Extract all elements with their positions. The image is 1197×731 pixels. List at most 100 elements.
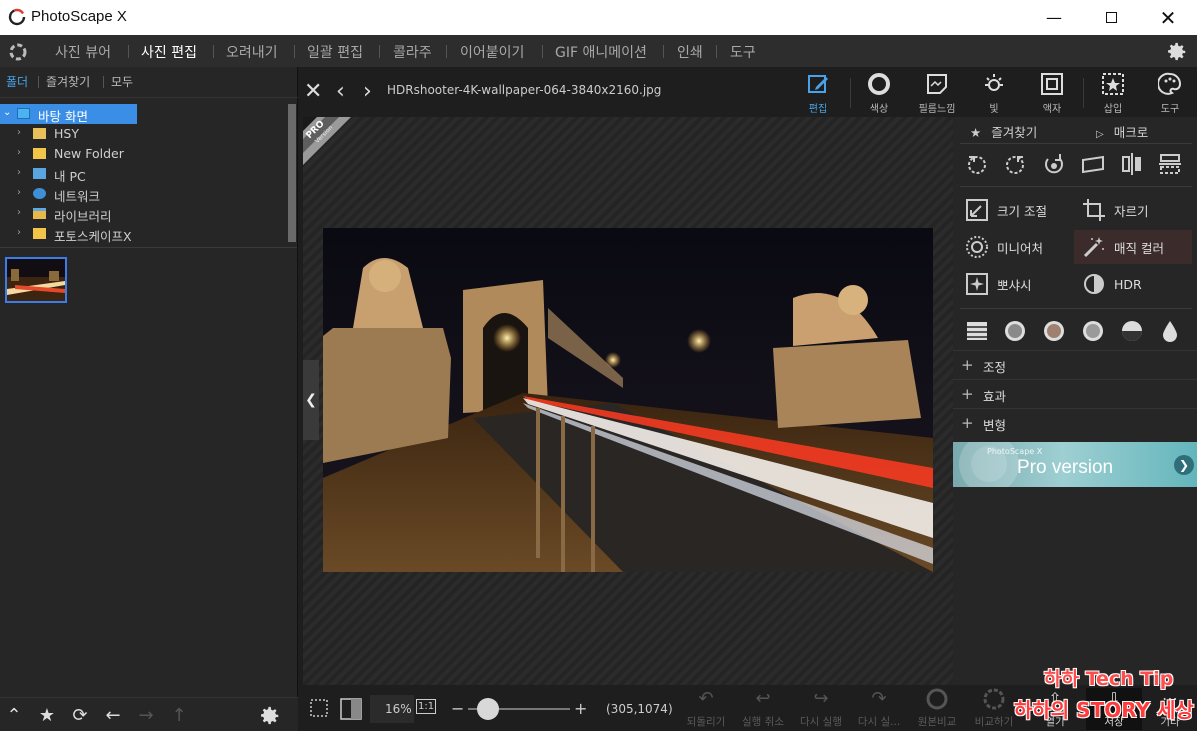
actual-size-button[interactable]: 1:1 bbox=[416, 699, 437, 714]
settings-gear-icon[interactable] bbox=[259, 705, 281, 727]
magic-wand-icon bbox=[1083, 237, 1104, 258]
resize-button[interactable]: 크기 조절 bbox=[957, 193, 1072, 227]
edited-photo[interactable] bbox=[323, 228, 933, 572]
photo-thumbnail[interactable] bbox=[5, 257, 67, 303]
macro-tab[interactable]: ▷ 매크로 bbox=[1096, 122, 1148, 141]
tree-item-my-pc[interactable]: › 내 PC bbox=[0, 164, 290, 184]
redo-button[interactable]: ↪ 다시 실행 bbox=[793, 688, 849, 729]
tree-item-new-folder[interactable]: › New Folder bbox=[0, 144, 290, 164]
gear-icon[interactable] bbox=[1166, 41, 1188, 63]
redo-icon: ↪ bbox=[813, 688, 829, 709]
pc-icon bbox=[33, 168, 46, 179]
redo-all-button[interactable]: ↷ 다시 실... bbox=[851, 688, 907, 729]
rotate-left-icon[interactable] bbox=[965, 152, 989, 176]
collapse-up-icon[interactable]: ⌃ bbox=[2, 703, 26, 727]
zoom-level[interactable]: 16% bbox=[385, 702, 412, 716]
chevron-right-icon[interactable]: › bbox=[17, 167, 21, 178]
chevron-right-icon[interactable]: ❯ bbox=[1174, 455, 1194, 475]
magic-color-button[interactable]: 매직 컬러 bbox=[1074, 230, 1192, 264]
menu-tools[interactable]: 도구 bbox=[730, 42, 756, 62]
previous-image-icon[interactable]: ‹ bbox=[336, 79, 345, 104]
original-compare-button[interactable]: 원본비교 bbox=[909, 688, 965, 729]
miniature-button[interactable]: 미니어처 bbox=[957, 230, 1072, 264]
back-arrow-icon[interactable]: ← bbox=[101, 703, 125, 727]
collapse-panel-button[interactable]: ❮ bbox=[303, 360, 319, 440]
zoom-out-icon[interactable]: − bbox=[451, 699, 464, 718]
preset-2-icon[interactable] bbox=[1042, 319, 1066, 343]
tab-favorites[interactable]: 즐겨찾기 bbox=[46, 73, 90, 90]
drop-icon[interactable] bbox=[1158, 319, 1182, 343]
section-adjust[interactable]: + 조정 bbox=[953, 350, 1197, 378]
next-image-icon[interactable]: › bbox=[363, 79, 372, 104]
hdr-button[interactable]: HDR bbox=[1074, 267, 1189, 301]
panel-divider[interactable] bbox=[0, 247, 297, 248]
tree-scrollbar[interactable] bbox=[288, 104, 296, 242]
tree-item-network[interactable]: › 네트워크 bbox=[0, 184, 290, 204]
promo-title: Pro version bbox=[1017, 457, 1114, 478]
tool-tools[interactable]: 도구 bbox=[1146, 72, 1194, 115]
pro-version-banner[interactable]: PhotoScape X Pro version ❯ bbox=[953, 442, 1197, 487]
maximize-button[interactable] bbox=[1083, 0, 1139, 35]
tool-color[interactable]: 색상 bbox=[855, 72, 903, 115]
up-arrow-icon[interactable]: ↑ bbox=[167, 703, 191, 727]
tool-insert[interactable]: 삽입 bbox=[1089, 72, 1137, 115]
tool-film[interactable]: 필름느낌 bbox=[913, 72, 961, 115]
close-icon: ✕ bbox=[1159, 5, 1177, 30]
tool-edit[interactable]: 편집 bbox=[794, 72, 842, 115]
play-icon: ▷ bbox=[1096, 129, 1104, 140]
menu-gif-animation[interactable]: GIF 애니메이션 bbox=[555, 42, 647, 62]
rotate-free-icon[interactable] bbox=[1042, 152, 1066, 176]
tree-item-photoscapex[interactable]: › 포토스케이프X bbox=[0, 224, 290, 244]
compare-split-icon[interactable] bbox=[340, 698, 362, 720]
list-icon[interactable] bbox=[965, 319, 989, 343]
bloom-button[interactable]: 뽀샤시 bbox=[957, 267, 1072, 301]
flip-vertical-icon[interactable] bbox=[1158, 152, 1182, 176]
tree-item-label: 네트워크 bbox=[54, 189, 101, 204]
preset-1-icon[interactable] bbox=[1003, 319, 1027, 343]
magic-color-label: 매직 컬러 bbox=[1114, 240, 1164, 256]
tab-all[interactable]: 모두 bbox=[111, 73, 133, 90]
close-window-button[interactable]: ✕ bbox=[1140, 0, 1196, 35]
menu-photo-viewer[interactable]: 사진 뷰어 bbox=[55, 42, 111, 62]
tree-item-desktop[interactable]: ⌄ 바탕 화면 bbox=[0, 104, 137, 124]
crop-button[interactable]: 자르기 bbox=[1074, 193, 1189, 227]
undo-all-button[interactable]: ↶ 되돌리기 bbox=[678, 688, 734, 729]
tool-light[interactable]: 빛 bbox=[970, 72, 1018, 115]
menu-photo-editor[interactable]: 사진 편집 bbox=[141, 42, 197, 62]
chevron-right-icon[interactable]: › bbox=[17, 127, 21, 138]
half-tone-icon[interactable] bbox=[1120, 319, 1144, 343]
close-image-icon[interactable]: ✕ bbox=[304, 79, 322, 104]
chevron-right-icon[interactable]: › bbox=[17, 207, 21, 218]
forward-arrow-icon[interactable]: → bbox=[134, 703, 158, 727]
favorites-tab[interactable]: ★ 즐겨찾기 bbox=[970, 122, 1037, 141]
menu-collage[interactable]: 콜라주 bbox=[393, 42, 432, 62]
section-transform[interactable]: + 변형 bbox=[953, 408, 1197, 436]
tool-frame[interactable]: 액자 bbox=[1028, 72, 1076, 115]
straighten-icon[interactable] bbox=[1081, 152, 1105, 176]
tool-label: 원본비교 bbox=[917, 716, 957, 728]
expand-icon[interactable]: ⌄ bbox=[3, 107, 11, 118]
chevron-right-icon[interactable]: › bbox=[17, 187, 21, 198]
zoom-in-icon[interactable]: + bbox=[574, 699, 587, 718]
tree-item-hsy[interactable]: › HSY bbox=[0, 124, 290, 144]
photoscape-home-icon[interactable] bbox=[8, 42, 28, 62]
star-icon[interactable]: ★ bbox=[35, 703, 59, 727]
rotate-right-icon[interactable] bbox=[1003, 152, 1027, 176]
tree-item-library[interactable]: › 라이브러리 bbox=[0, 204, 290, 224]
selection-icon[interactable] bbox=[309, 698, 329, 718]
menu-print[interactable]: 인쇄 bbox=[677, 42, 703, 62]
palette-icon bbox=[1158, 72, 1182, 95]
menu-batch-edit[interactable]: 일괄 편집 bbox=[307, 42, 363, 62]
refresh-icon[interactable]: ⟳ bbox=[68, 703, 92, 727]
preset-3-icon[interactable] bbox=[1081, 319, 1105, 343]
minimize-button[interactable]: — bbox=[1026, 0, 1082, 35]
menu-combine[interactable]: 이어붙이기 bbox=[460, 42, 524, 62]
tab-folder[interactable]: 폴더 bbox=[6, 73, 28, 90]
flip-horizontal-icon[interactable] bbox=[1120, 152, 1144, 176]
chevron-right-icon[interactable]: › bbox=[17, 147, 21, 158]
plus-icon: + bbox=[961, 356, 974, 374]
menu-cut-out[interactable]: 오려내기 bbox=[226, 42, 278, 62]
undo-button[interactable]: ↩ 실행 취소 bbox=[735, 688, 791, 729]
chevron-right-icon[interactable]: › bbox=[17, 227, 21, 238]
section-effects[interactable]: + 효과 bbox=[953, 379, 1197, 407]
